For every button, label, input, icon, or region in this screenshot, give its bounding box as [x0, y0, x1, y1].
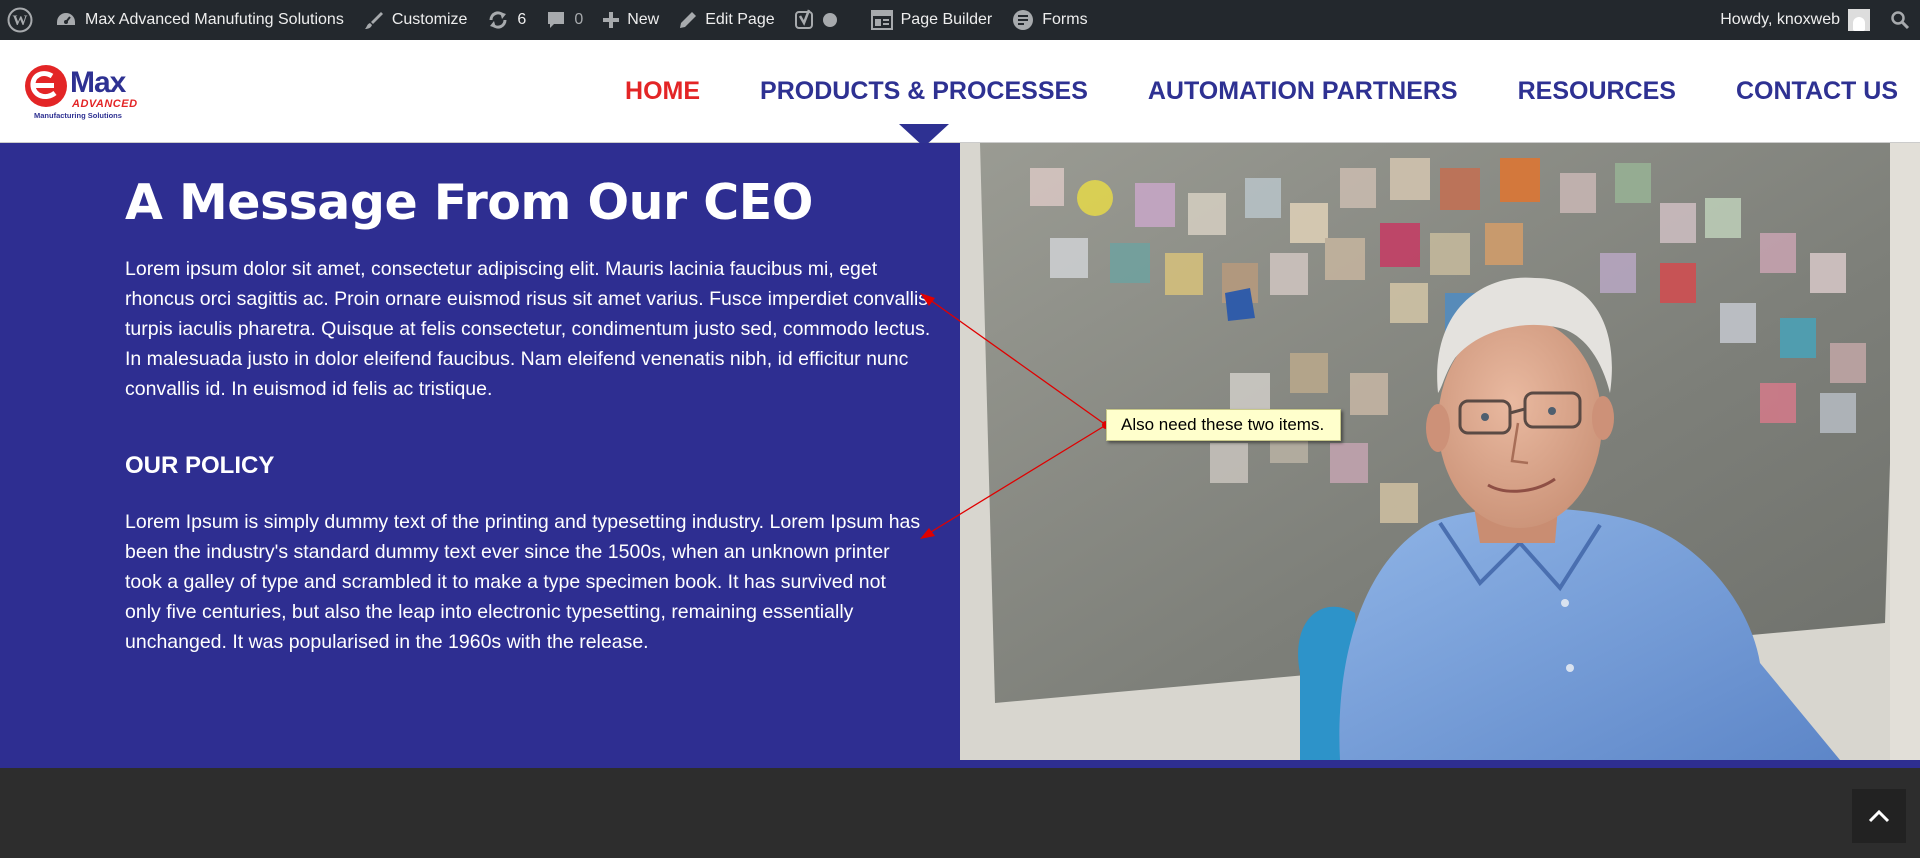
back-to-top-button[interactable] — [1852, 789, 1906, 843]
site-name: Max Advanced Manufuting Solutions — [85, 11, 344, 28]
main-nav: HOME PRODUCTS & PROCESSES AUTOMATION PAR… — [625, 40, 1920, 147]
yoast-icon — [794, 9, 813, 29]
page-builder-label: Page Builder — [900, 11, 993, 28]
customize-label: Customize — [391, 11, 468, 28]
edit-page-menu[interactable]: Edit Page — [669, 0, 784, 40]
paintbrush-icon — [364, 12, 383, 29]
search-icon — [1891, 11, 1910, 30]
page-builder-menu[interactable]: Page Builder — [861, 0, 1003, 40]
new-label: New — [627, 11, 660, 28]
dashboard-icon — [57, 13, 75, 25]
chevron-up-icon — [1868, 809, 1890, 823]
avatar — [1848, 9, 1870, 31]
updates-menu[interactable]: 6 — [477, 0, 536, 40]
ceo-section: A Message From Our CEO Lorem ipsum dolor… — [0, 143, 1920, 768]
admin-search[interactable] — [1880, 0, 1920, 40]
account-menu[interactable]: Howdy, knoxweb — [1710, 0, 1880, 40]
pencil-icon — [680, 12, 697, 28]
site-header: Max ADVANCED Manufacturing Solutions HOM… — [0, 40, 1920, 147]
customize-menu[interactable]: Customize — [354, 0, 478, 40]
logo-subtitle: ADVANCED — [72, 98, 138, 110]
seo-menu[interactable] — [785, 0, 847, 40]
nav-products-processes[interactable]: PRODUCTS & PROCESSES — [760, 77, 1088, 147]
nav-home[interactable]: HOME — [625, 79, 700, 104]
forms-label: Forms — [1042, 11, 1088, 28]
nav-automation-partners[interactable]: AUTOMATION PARTNERS — [1148, 79, 1458, 104]
comments-count: 0 — [574, 11, 584, 28]
status-dot-icon — [822, 13, 837, 27]
page-builder-icon — [870, 10, 893, 30]
ceo-text-column: A Message From Our CEO Lorem ipsum dolor… — [0, 143, 960, 768]
nav-resources[interactable]: RESOURCES — [1518, 79, 1676, 104]
ceo-photo — [960, 143, 1920, 760]
svg-text:W: W — [13, 13, 28, 29]
site-name-menu[interactable]: Max Advanced Manufuting Solutions — [45, 0, 354, 40]
refresh-icon — [489, 11, 507, 29]
logo-brand: Max — [70, 66, 126, 99]
edit-page-label: Edit Page — [705, 11, 775, 28]
logo-tagline: Manufacturing Solutions — [34, 111, 122, 120]
forms-menu[interactable]: Forms — [1002, 0, 1097, 40]
new-content-menu[interactable]: New — [593, 0, 669, 40]
comments-menu[interactable]: 0 — [536, 0, 593, 40]
ceo-message-paragraph: Lorem ipsum dolor sit amet, consectetur … — [125, 258, 931, 400]
nav-products-label: PRODUCTS & PROCESSES — [760, 77, 1088, 105]
comment-icon — [548, 12, 565, 28]
forms-icon — [1013, 10, 1034, 30]
policy-heading: OUR POLICY — [125, 452, 275, 479]
wordpress-icon: W — [7, 7, 33, 33]
plus-icon — [603, 12, 620, 28]
admin-bar: W Max Advanced Manufuting Solutions Cust… — [0, 0, 1920, 40]
site-footer — [0, 768, 1920, 858]
annotation-note: Also need these two items. — [1106, 409, 1342, 441]
emax-logo-mark — [25, 65, 67, 107]
page-title: A Message From Our CEO — [125, 174, 813, 231]
nav-contact-us[interactable]: CONTACT US — [1736, 79, 1898, 104]
wordpress-menu[interactable]: W — [0, 0, 45, 40]
updates-count: 6 — [517, 11, 527, 28]
site-logo[interactable]: Max ADVANCED Manufacturing Solutions — [22, 62, 142, 122]
policy-paragraph: Lorem Ipsum is simply dummy text of the … — [125, 511, 921, 653]
howdy-label: Howdy, knoxweb — [1720, 11, 1840, 28]
